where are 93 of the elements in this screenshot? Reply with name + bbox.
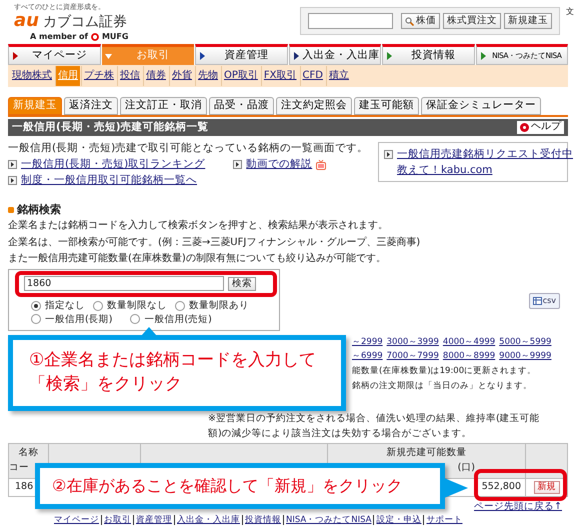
footer-link[interactable]: 入出金・入出庫 bbox=[174, 514, 242, 526]
search-field[interactable] bbox=[308, 13, 393, 29]
tv-icon bbox=[316, 160, 326, 170]
code-range-link[interactable]: 9000～9999 bbox=[499, 351, 552, 362]
code-range-link[interactable]: 8000～8999 bbox=[442, 351, 496, 362]
radio-label: 数量制限あり bbox=[189, 300, 249, 312]
header-button[interactable]: 新規建玉 bbox=[504, 13, 552, 29]
footer-link[interactable]: マイページ bbox=[52, 514, 101, 526]
page-tab[interactable]: 注文約定照会 bbox=[276, 97, 352, 115]
radio-button[interactable] bbox=[175, 300, 185, 311]
font-size-label: 文 bbox=[566, 7, 575, 17]
csv-button[interactable]: csv bbox=[528, 292, 560, 309]
back-to-top-link[interactable]: ページ先頭に戻る↑ bbox=[474, 500, 562, 512]
callout-text: ①企業名または銘柄コードを入力して「検索」をクリック bbox=[29, 349, 318, 396]
header-button[interactable]: 株価 bbox=[401, 13, 440, 29]
code-range-link[interactable]: 5000～5999 bbox=[499, 336, 552, 348]
search-help-text: また一般信用売建可能数量(在庫株数量)の制限有無についても絞り込みが可能です。 bbox=[8, 253, 387, 266]
arrow-box-icon bbox=[8, 160, 17, 170]
video-link[interactable]: 動画での解説 bbox=[246, 158, 312, 172]
code-range-link[interactable]: 4000～4999 bbox=[442, 336, 496, 348]
column-header: 新規売建可能数量 bbox=[386, 447, 466, 460]
footer-link[interactable]: NISA・つみたてNISA bbox=[283, 514, 374, 526]
circle-logo-icon bbox=[90, 32, 99, 41]
section-heading: 銘柄検索 bbox=[17, 203, 61, 218]
header-button[interactable]: 株式買注文 bbox=[443, 13, 501, 29]
member-text: A member of bbox=[30, 32, 88, 42]
sub-nav-link[interactable]: 現物株式 bbox=[10, 66, 54, 86]
radio-button[interactable] bbox=[31, 300, 41, 311]
intro-text: 一般信用(長期・売短)売建で取引可能となっている銘柄の一覧画面です。 bbox=[8, 142, 368, 156]
sub-nav-link[interactable]: 債券 bbox=[143, 66, 168, 86]
main-nav-tab[interactable]: マイページ bbox=[8, 44, 100, 65]
request-link[interactable]: 一般信用売建銘柄リクエスト受付中 bbox=[397, 148, 573, 162]
sub-nav-link[interactable]: プチ株 bbox=[81, 66, 116, 86]
page-tab[interactable]: 建玉可能額 bbox=[354, 97, 419, 115]
sub-nav-link[interactable]: FX取引 bbox=[260, 66, 299, 86]
footer-link[interactable]: お取引 bbox=[101, 514, 133, 526]
code-range-link[interactable]: 7000～7999 bbox=[386, 351, 439, 362]
radio-button[interactable] bbox=[93, 300, 103, 311]
search-help-text: 企業名は、一部検索が可能です。(例：三菱→三菱UFJフィナンシャル・グループ、三菱商事) bbox=[8, 236, 422, 250]
ranking-link[interactable]: 一般信用(長期・売短)取引ランキング bbox=[21, 158, 206, 172]
main-nav-tab[interactable]: 投資情報 bbox=[382, 44, 474, 65]
sub-nav-link[interactable]: 外貨 bbox=[169, 66, 194, 86]
search-help-text: 企業名または銘柄コードを入力して検索ボタンを押すと、検索結果が表示されます。 bbox=[8, 220, 389, 233]
request-link[interactable]: 教えて！kabu.com bbox=[397, 164, 562, 178]
sub-nav-link[interactable]: 投信 bbox=[117, 66, 142, 86]
table-icon bbox=[532, 296, 542, 305]
help-button[interactable]: ヘルプ bbox=[517, 121, 564, 134]
code-range-link[interactable]: 3000～3999 bbox=[386, 336, 439, 348]
logo-mark: au bbox=[14, 12, 39, 30]
question-icon bbox=[520, 123, 529, 132]
radio-button[interactable] bbox=[31, 314, 41, 324]
table-cell: 552,800 bbox=[482, 481, 521, 494]
radio-button[interactable] bbox=[130, 314, 140, 324]
column-header: 名称 bbox=[18, 447, 38, 460]
main-nav-tab[interactable]: 入出金・入出庫 bbox=[288, 44, 381, 65]
code-range-link[interactable]: ～2999 bbox=[352, 336, 383, 348]
radio-label: 数量制限なし bbox=[107, 300, 167, 312]
code-range-link[interactable]: ～6999 bbox=[352, 351, 383, 362]
callout-text: ②在庫があることを確認して「新規」をクリック bbox=[52, 476, 402, 496]
sub-nav-link[interactable]: OP取引 bbox=[221, 66, 260, 86]
arrow-box-icon bbox=[384, 150, 393, 160]
page-tab[interactable]: 返済注文 bbox=[64, 97, 118, 115]
note-text: 能数量(在庫株数量)は19:00に更新されます。 bbox=[352, 366, 538, 376]
table-cell: 186 bbox=[15, 481, 34, 494]
column-header: (口) bbox=[458, 462, 475, 474]
column-header: コー bbox=[9, 462, 29, 474]
footer-link[interactable]: 資産管理 bbox=[133, 514, 174, 526]
page-tab[interactable]: 品受・品渡 bbox=[209, 97, 274, 115]
new-order-button[interactable]: 新規 bbox=[534, 480, 560, 494]
sub-nav-link[interactable]: CFD bbox=[300, 66, 325, 86]
search-input[interactable]: 1860 bbox=[24, 276, 224, 292]
page-tab[interactable]: 注文訂正・取消 bbox=[120, 97, 207, 115]
search-button[interactable]: 検索 bbox=[228, 276, 256, 291]
member-brand: MUFG bbox=[102, 32, 128, 42]
note-text: ※翌営業日の予約注文をされる場合、値洗い処理の結果、維持率(建玉可能額)の減少等により該当注文は失効する場合がございます。 bbox=[208, 412, 541, 441]
sub-nav-link[interactable]: 積立 bbox=[326, 66, 351, 86]
note-text: 銘柄の注文期限は「当日のみ」となります。 bbox=[352, 380, 533, 392]
logo-text: カブコム証券 bbox=[42, 14, 127, 29]
sub-nav-link[interactable]: 先物 bbox=[195, 66, 220, 86]
bullet-icon bbox=[8, 207, 14, 214]
radio-label: 指定なし bbox=[45, 300, 85, 312]
radio-label: 一般信用(売短) bbox=[144, 314, 212, 326]
footer-link[interactable]: 設定・申込 bbox=[373, 514, 424, 526]
footer-link[interactable]: 投資情報 bbox=[242, 514, 283, 526]
page-title: 一般信用(長期・売短)売建可能銘柄一覧 bbox=[12, 120, 209, 134]
radio-label: 一般信用(長期) bbox=[45, 314, 112, 326]
page-tab[interactable]: 保証金シミュレーター bbox=[421, 97, 541, 115]
arrow-box-icon bbox=[8, 176, 17, 186]
list-link[interactable]: 制度・一般信用取引可能銘柄一覧へ bbox=[21, 174, 197, 188]
arrow-box-icon bbox=[233, 160, 242, 170]
footer-link[interactable]: サポート bbox=[423, 514, 464, 526]
search-icon bbox=[405, 16, 414, 26]
main-nav-tab[interactable]: 資産管理 bbox=[195, 44, 288, 65]
